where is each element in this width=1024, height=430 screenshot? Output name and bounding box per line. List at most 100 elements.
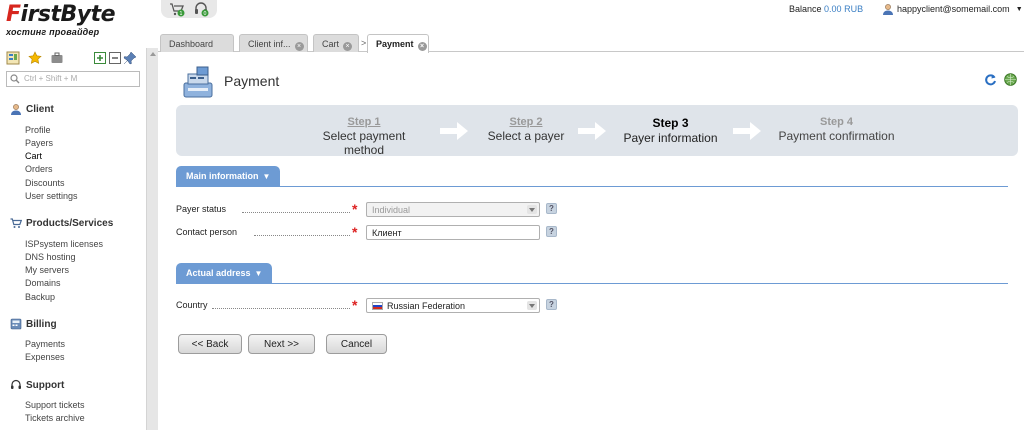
- tab-label: Dashboard: [169, 39, 214, 49]
- russia-flag-icon: [372, 302, 383, 310]
- sidebar-section-products[interactable]: Products/Services: [10, 217, 113, 229]
- chevron-down-icon: ▼: [254, 269, 263, 278]
- cancel-button[interactable]: Cancel: [326, 334, 387, 354]
- collapse-all-icon[interactable]: [108, 51, 122, 65]
- sidebar-item-payers[interactable]: Payers: [25, 138, 53, 148]
- sidebar-item-isp-licenses[interactable]: ISPsystem licenses: [25, 239, 103, 249]
- sidebar-item-my-servers[interactable]: My servers: [25, 265, 69, 275]
- section-header-tab[interactable]: Actual address ▼: [176, 263, 273, 283]
- close-icon[interactable]: ×: [417, 42, 427, 51]
- wizard-steps: Step 1 Select payment method Step 2 Sele…: [176, 105, 1018, 157]
- sidebar-item-discounts[interactable]: Discounts: [25, 178, 65, 188]
- help-icon[interactable]: ?: [546, 299, 557, 310]
- user-email: happyclient@somemail.com: [897, 4, 1010, 14]
- step-number: Step 4: [819, 116, 853, 128]
- sidebar-item-cart[interactable]: Cart: [25, 151, 42, 161]
- sidebar-toolbar: [6, 51, 140, 67]
- payer-status-row: Payer status * Individual ?: [176, 201, 576, 218]
- step-number: Step 1: [347, 116, 381, 128]
- sidebar-item-expenses[interactable]: Expenses: [25, 352, 65, 362]
- logo-text: FirstByte: [6, 2, 116, 27]
- close-icon[interactable]: ×: [343, 42, 353, 51]
- wizard-step-2[interactable]: Step 2 Select a payer: [481, 116, 571, 143]
- back-button[interactable]: << Back: [178, 334, 242, 354]
- user-menu[interactable]: happyclient@somemail.com ▼: [882, 3, 1023, 15]
- collapse-arrow-icon[interactable]: [150, 52, 156, 56]
- pin-icon[interactable]: [123, 51, 137, 65]
- help-icon[interactable]: ?: [546, 203, 557, 214]
- close-icon[interactable]: ×: [294, 42, 304, 51]
- support-headset-icon: [11, 379, 21, 389]
- sidebar: Ctrl + Shift + M Client Profile Payers C…: [0, 48, 146, 430]
- briefcase-icon[interactable]: [50, 51, 64, 65]
- leader-dots: [212, 308, 350, 309]
- sidebar-splitter[interactable]: [146, 48, 158, 430]
- balance-value: 0.00 RUB: [824, 4, 864, 14]
- main-content: Payment Step 1 Select payment method Ste…: [158, 53, 1024, 430]
- arrow-right-icon: [578, 122, 606, 140]
- sidebar-item-payments[interactable]: Payments: [25, 339, 65, 349]
- star-icon[interactable]: [28, 51, 42, 65]
- search-icon: [10, 74, 20, 84]
- menu-search-input[interactable]: Ctrl + Shift + M: [6, 71, 140, 87]
- sidebar-section-support[interactable]: Support: [10, 379, 64, 391]
- select-value: Russian Federation: [387, 301, 466, 311]
- svg-text:1: 1: [179, 11, 182, 17]
- tab-bar: Dashboard Client inf... × Cart × > Payment…: [158, 32, 1024, 53]
- step-text: Select payment method: [322, 129, 406, 157]
- required-marker: *: [352, 201, 358, 217]
- tab-label: Payment: [376, 39, 414, 49]
- contact-person-input[interactable]: Клиент: [366, 225, 540, 240]
- wizard-step-1[interactable]: Step 1 Select payment method: [304, 116, 424, 157]
- step-number: Step 3: [652, 116, 689, 130]
- input-value: Клиент: [372, 228, 402, 238]
- tab-client-info[interactable]: Client inf... ×: [239, 34, 308, 52]
- section-title: Products/Services: [26, 217, 114, 229]
- balance-display[interactable]: Balance 0.00 RUB: [789, 4, 863, 14]
- chevron-down-icon: ▼: [262, 172, 271, 181]
- arrow-right-icon: [440, 122, 468, 140]
- wizard-step-4: Step 4 Payment confirmation: [774, 116, 899, 143]
- svg-text:0: 0: [203, 11, 206, 17]
- sidebar-item-support-tickets[interactable]: Support tickets: [25, 400, 85, 410]
- support-headset-icon[interactable]: 0: [193, 1, 209, 17]
- sidebar-item-domains[interactable]: Domains: [25, 278, 61, 288]
- sidebar-item-profile[interactable]: Profile: [25, 125, 51, 135]
- leader-dots: [242, 212, 350, 213]
- sidebar-item-backup[interactable]: Backup: [25, 292, 55, 302]
- firstbyte-logo[interactable]: FirstByte хостинг провайдер: [6, 4, 146, 40]
- tab-payment[interactable]: Payment ×: [367, 34, 429, 53]
- wizard-step-3: Step 3 Payer information: [618, 116, 723, 145]
- expand-all-icon[interactable]: [93, 51, 107, 65]
- country-label: Country: [176, 300, 208, 310]
- refresh-icon[interactable]: [984, 73, 997, 86]
- sidebar-item-orders[interactable]: Orders: [25, 164, 53, 174]
- cash-register-icon: [183, 66, 213, 98]
- cart-icon[interactable]: 1: [169, 1, 185, 17]
- menu-tree-icon[interactable]: [6, 51, 20, 65]
- step-number: Step 2: [509, 116, 543, 128]
- sidebar-section-billing[interactable]: Billing: [10, 318, 57, 330]
- country-select[interactable]: Russian Federation: [366, 298, 540, 313]
- required-marker: *: [352, 224, 358, 240]
- tab-cart[interactable]: Cart ×: [313, 34, 359, 52]
- section-header-tab[interactable]: Main information ▼: [176, 166, 281, 186]
- leader-dots: [254, 235, 350, 236]
- sidebar-item-user-settings[interactable]: User settings: [25, 191, 78, 201]
- sidebar-item-tickets-archive[interactable]: Tickets archive: [25, 413, 85, 423]
- payer-status-select[interactable]: Individual: [366, 202, 540, 217]
- chevron-down-icon: [527, 205, 537, 214]
- sidebar-item-dns-hosting[interactable]: DNS hosting: [25, 252, 76, 262]
- top-quick-icons: 1 0: [161, 0, 217, 18]
- tab-dashboard[interactable]: Dashboard: [160, 34, 234, 52]
- top-bar: FirstByte хостинг провайдер 1 0 Balance …: [0, 0, 1024, 37]
- sidebar-section-client[interactable]: Client: [10, 103, 54, 115]
- next-button[interactable]: Next >>: [248, 334, 315, 354]
- logo-subtitle: хостинг провайдер: [6, 27, 100, 37]
- chevron-down-icon: [527, 301, 537, 310]
- section-title: Main information: [186, 171, 259, 181]
- help-icon[interactable]: ?: [546, 226, 557, 237]
- globe-help-icon[interactable]: [1004, 73, 1017, 86]
- select-value: Individual: [372, 205, 411, 215]
- section-title: Actual address: [186, 268, 251, 278]
